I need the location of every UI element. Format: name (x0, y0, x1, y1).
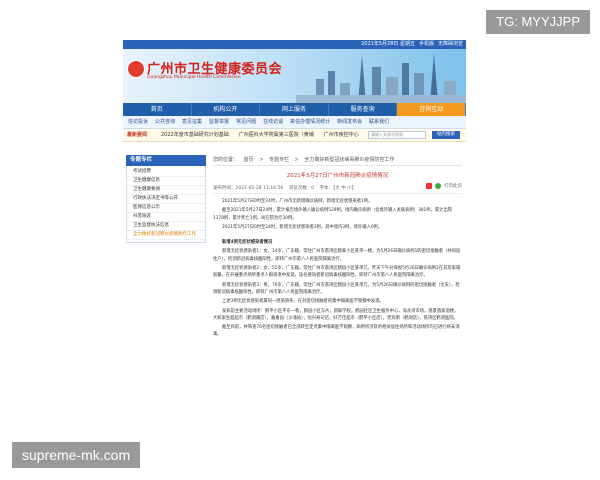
breadcrumb-home[interactable]: 首页 (244, 157, 254, 163)
subnav-item[interactable]: 联系我们 (369, 116, 389, 128)
article-paragraph: 上述3例无症状感染者属同一感染链条，在对密切接触者的集中隔离医学观察中发现。 (222, 299, 384, 305)
wechat-share-icon[interactable] (435, 183, 441, 189)
sidebar-item[interactable]: 卫生健康要闻 (127, 186, 205, 195)
subnav-item[interactable]: 意见征集 (182, 116, 202, 128)
article-paragraph: 新增无症状感染者2：女，55岁，广东籍，常住广州市荔湾区鹤园小区某单元，昨天下午… (213, 266, 461, 279)
breadcrumb-prefix: 您的位置： (213, 157, 239, 163)
subnav-item[interactable]: 信访投诉 (128, 116, 148, 128)
article-content: 您的位置： 首页 > 专题专栏 > 全力做好新型冠状病毒肺炎疫情防控工作 202… (213, 155, 462, 341)
font-size-selector[interactable]: 字体：【大 中 小】 (320, 186, 357, 191)
browser-page: 2021年5月28日 星期五 手机版 无障碍浏览 广州市卫生健康委员会 Guan… (123, 40, 466, 448)
publish-time: 发布时间：2021-05-28 11:16:56 (213, 186, 284, 191)
subnav-item[interactable]: 来信办理情况统计 (290, 116, 330, 128)
news-item[interactable]: 广州市疾控中心 (324, 129, 359, 141)
accessibility-link[interactable]: 无障碍浏览 (438, 40, 463, 49)
subnav-item[interactable]: 公共咨询 (155, 116, 175, 128)
page-body: 专题专栏 考试招聘 卫生健康信息 卫生健康要闻 行政执法决定书等公开 医保信息公… (123, 152, 466, 448)
weibo-share-icon[interactable] (426, 183, 432, 189)
article-paragraph: 截至2021年5月27日24时，累计报告境外输入确诊病例529例，境内确诊病例（… (213, 208, 453, 221)
nav-consult-interact[interactable]: 咨询互动 (397, 103, 466, 116)
top-info-bar: 2021年5月28日 星期五 手机版 无障碍浏览 (123, 40, 466, 49)
article-body: 2021年5月27日0时至24时，广州市无新增确诊病例，新增无症状感染者1例。 … (213, 198, 462, 339)
article-paragraph: 发病前主要活动场所：鹤平小区平东一巷，鹤园小区东片，新联学校，鹤园社区卫生服务中… (213, 308, 459, 321)
sidebar-item[interactable]: 考试招聘 (127, 168, 205, 177)
sidebar-item-covid-prevention[interactable]: 全力做好新冠肺炎疫情防控工作 (127, 231, 205, 240)
sidebar-item[interactable]: 扫黑除恶 (127, 213, 205, 222)
emblem-icon (127, 60, 145, 78)
news-label: 最新要闻 (127, 132, 148, 138)
watermark-top-right: TG: MYYJJPP (486, 10, 590, 34)
sidebar-item[interactable]: 卫生健康信息 (127, 177, 205, 186)
watermark-bottom-left: supreme-mk.com (12, 442, 141, 468)
article-paragraph: 截至目前，共筛查76名密切接触者已全部转至定点集中隔离医学观察，病例所涉及的相关… (213, 325, 460, 338)
sidebar-list: 考试招聘 卫生健康信息 卫生健康要闻 行政执法决定书等公开 医保信息公示 扫黑除… (126, 166, 206, 243)
sidebar-title: 专题专栏 (126, 155, 206, 166)
article-title: 2021年5月27日广州市新冠肺炎疫情情况 (286, 173, 389, 179)
article-meta: 发布时间：2021-05-28 11:16:56 浏览次数：0 字体：【大 中 … (213, 183, 462, 194)
site-subtitle: Guangzhou Municipal Health Commission (147, 75, 241, 80)
news-ticker-bar: 最新要闻 2022年度市基础研究计划基础 广州医科大学附属第三医院（黄埔 广州市… (123, 129, 466, 142)
sidebar-item[interactable]: 行政执法决定书等公开 (127, 195, 205, 204)
main-navigation: 首页 机构公开 网上服务 服务查询 咨询互动 (123, 103, 466, 116)
breadcrumb: 您的位置： 首页 > 专题专栏 > 全力做好新型冠状病毒肺炎疫情防控工作 (213, 155, 462, 166)
article-paragraph: 2021年5月27日0时至24时，新增无症状感染者3例，其中境内3例，境外输入0… (222, 224, 383, 230)
site-search-button[interactable]: 站内搜索 (432, 131, 460, 139)
site-header-banner: 广州市卫生健康委员会 Guangzhou Municipal Health Co… (123, 49, 466, 103)
nav-home[interactable]: 首页 (123, 103, 192, 116)
subnav-item[interactable]: 常见问题 (236, 116, 256, 128)
article-subheading: 新增4例无症状感染者情况 (222, 240, 273, 246)
sidebar-item[interactable]: 卫生监督执法信息 (127, 222, 205, 231)
article-paragraph: 新增无症状感染者3：男，76岁，广东籍，常住广州市荔湾区鹤园小区某单元，为5月2… (213, 282, 460, 295)
site-search-input[interactable]: 请输入关键字搜索 (368, 131, 426, 139)
print-page-link[interactable]: 打印此页 (444, 183, 462, 189)
news-item[interactable]: 广州医科大学附属第三医院（黄埔 (239, 129, 314, 141)
sidebar-item[interactable]: 医保信息公示 (127, 204, 205, 213)
nav-service-query[interactable]: 服务查询 (329, 103, 398, 116)
subnav-item[interactable]: 新闻发布会 (337, 116, 362, 128)
news-item[interactable]: 2022年度市基础研究计划基础 (161, 129, 229, 141)
city-skyline-icon (296, 53, 466, 103)
mobile-link[interactable]: 手机版 (419, 40, 434, 49)
current-date: 2021年5月28日 星期五 (361, 41, 415, 47)
article-paragraph: 新增无症状感染者1：女，14岁，广东籍，常住广州市荔湾区鹤翠小区某单一楼，为5月… (213, 249, 461, 262)
sidebar: 专题专栏 考试招聘 卫生健康信息 卫生健康要闻 行政执法决定书等公开 医保信息公… (126, 155, 206, 243)
article-paragraph: 2021年5月27日0时至24时，广州市无新增确诊病例，新增无症状感染者1例。 (222, 199, 373, 204)
subnav-item[interactable]: 在线访谈 (263, 116, 283, 128)
breadcrumb-sep: > (294, 157, 299, 163)
view-count: 浏览次数：0 (288, 186, 315, 191)
share-tools: 打印此页 (426, 183, 462, 189)
breadcrumb-current[interactable]: 全力做好新型冠状病毒肺炎疫情防控工作 (304, 157, 394, 163)
sub-navigation: 信访投诉 公共咨询 意见征集 监督举报 常见问题 在线访谈 来信办理情况统计 新… (123, 116, 466, 129)
subnav-item[interactable]: 监督举报 (209, 116, 229, 128)
nav-org-disclosure[interactable]: 机构公开 (192, 103, 261, 116)
nav-online-service[interactable]: 网上服务 (260, 103, 329, 116)
breadcrumb-topics[interactable]: 专题专栏 (269, 157, 289, 163)
breadcrumb-sep: > (259, 157, 264, 163)
